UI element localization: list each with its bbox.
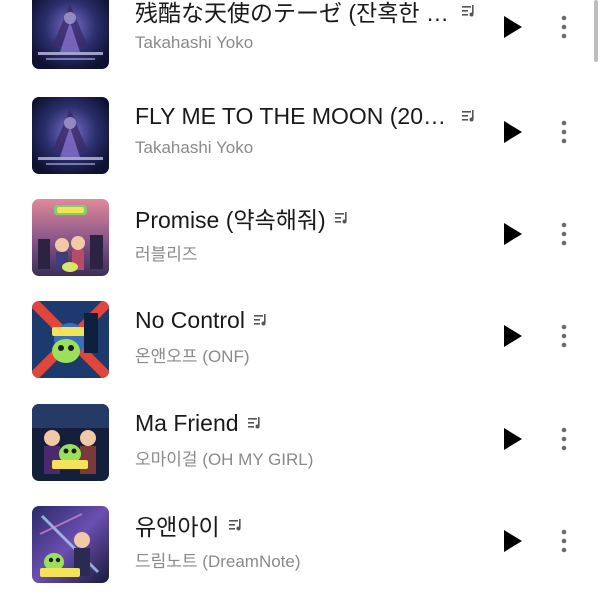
play-button[interactable] [496, 10, 530, 44]
track-title: FLY ME TO THE MOON (2021 Remaster) [135, 102, 453, 129]
track-row[interactable]: Promise (약속해줘) 러블리즈 [0, 199, 600, 301]
more-options-button[interactable] [552, 115, 576, 149]
album-cover [32, 0, 109, 69]
lyrics-icon [228, 519, 241, 531]
album-cover [32, 404, 109, 481]
album-cover [32, 301, 109, 378]
play-icon [504, 428, 522, 450]
lyrics-icon [253, 314, 266, 326]
play-button[interactable] [496, 217, 530, 251]
play-icon [504, 16, 522, 38]
more-options-button[interactable] [552, 10, 576, 44]
more-options-button[interactable] [552, 319, 576, 353]
play-icon [504, 325, 522, 347]
track-title: No Control [135, 306, 245, 333]
more-vertical-icon [561, 427, 567, 451]
track-list[interactable]: 残酷な天使のテーゼ (잔혹한 천사의 테제) Takahashi Yoko [0, 0, 600, 600]
more-vertical-icon [561, 15, 567, 39]
track-artist: 드림노트 (DreamNote) [135, 552, 301, 571]
more-options-button[interactable] [552, 524, 576, 558]
track-title: Ma Friend [135, 409, 239, 436]
track-row[interactable]: FLY ME TO THE MOON (2021 Remaster) Takah… [0, 97, 600, 199]
play-icon [504, 121, 522, 143]
play-button[interactable] [496, 115, 530, 149]
more-vertical-icon [561, 120, 567, 144]
album-cover [32, 506, 109, 583]
lyrics-icon [462, 110, 474, 122]
track-title: 유앤아이 [135, 514, 220, 540]
track-row[interactable]: No Control 온앤오프 (ONF) [0, 301, 600, 403]
track-artist: 오마이걸 (OH MY GIRL) [135, 450, 314, 469]
more-options-button[interactable] [552, 422, 576, 456]
track-artist: Takahashi Yoko [135, 138, 254, 157]
play-icon [504, 223, 522, 245]
track-row[interactable]: 유앤아이 드림노트 (DreamNote) [0, 506, 600, 600]
scrollbar[interactable] [594, 0, 598, 62]
play-button[interactable] [496, 319, 530, 353]
album-cover [32, 97, 109, 174]
album-cover [32, 199, 109, 276]
track-artist: Takahashi Yoko [135, 33, 254, 52]
more-vertical-icon [561, 324, 567, 348]
play-button[interactable] [496, 524, 530, 558]
track-artist: 온앤오프 (ONF) [135, 347, 250, 366]
more-vertical-icon [561, 222, 567, 246]
track-row[interactable]: 残酷な天使のテーゼ (잔혹한 천사의 테제) Takahashi Yoko [0, 0, 600, 94]
play-icon [504, 530, 522, 552]
track-title: 残酷な天使のテーゼ (잔혹한 천사의 테제) [135, 0, 453, 26]
more-vertical-icon [561, 529, 567, 553]
more-options-button[interactable] [552, 217, 576, 251]
track-row[interactable]: Ma Friend 오마이걸 (OH MY GIRL) [0, 404, 600, 506]
lyrics-icon [334, 212, 347, 224]
play-button[interactable] [496, 422, 530, 456]
track-artist: 러블리즈 [135, 245, 198, 264]
track-title: Promise (약속해줘) [135, 207, 326, 233]
lyrics-icon [247, 417, 260, 429]
lyrics-icon [462, 5, 474, 17]
